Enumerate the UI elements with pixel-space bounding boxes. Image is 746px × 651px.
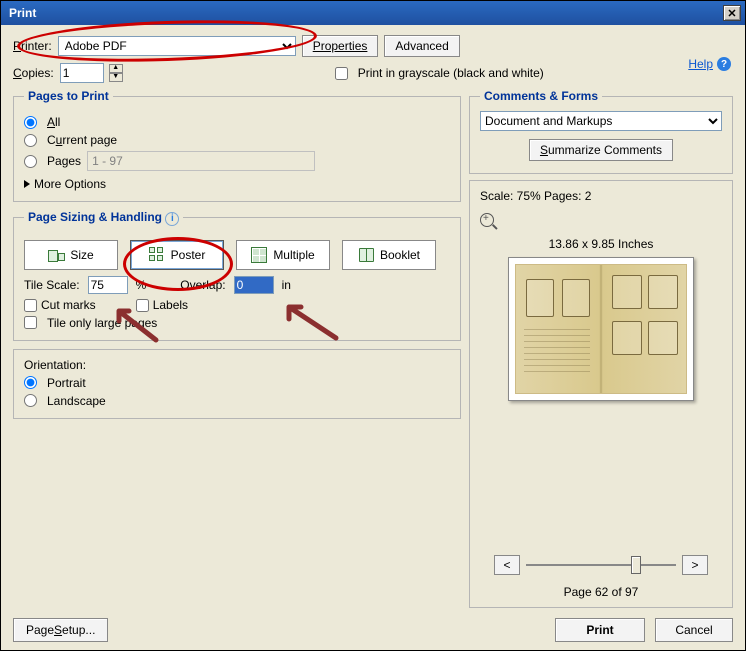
cutmarks-checkbox[interactable] — [24, 299, 37, 312]
page-sizing-legend: Page Sizing & Handling i — [24, 210, 183, 226]
overlap-label: Overlap: — [180, 278, 225, 292]
preview-dimensions: 13.86 x 9.85 Inches — [549, 237, 654, 251]
preview-status: Scale: 75% Pages: 2 — [480, 189, 722, 203]
radio-pages-label: Pages — [47, 154, 81, 168]
info-icon[interactable]: i — [165, 212, 179, 226]
printer-row: Printer: Adobe PDF Properties Advanced — [13, 35, 733, 57]
close-button[interactable]: ✕ — [723, 5, 741, 21]
orientation-group: Orientation: Portrait Landscape — [13, 349, 461, 419]
radio-pages[interactable] — [24, 155, 37, 168]
page-info: Page 62 of 97 — [564, 585, 639, 599]
poster-button[interactable]: Poster — [130, 240, 224, 270]
summarize-button[interactable]: Summarize Comments — [529, 139, 673, 161]
landscape-label: Landscape — [47, 394, 106, 408]
print-button[interactable]: Print — [555, 618, 645, 642]
multiple-button[interactable]: Multiple — [236, 240, 330, 270]
preview-panel: Scale: 75% Pages: 2 13.86 x 9.85 Inches — [469, 180, 733, 608]
radio-landscape[interactable] — [24, 394, 37, 407]
grayscale-checkbox[interactable] — [335, 67, 348, 80]
tile-only-checkbox[interactable] — [24, 316, 37, 329]
triangle-right-icon — [24, 180, 30, 188]
multiple-icon — [251, 247, 267, 263]
size-icon — [48, 247, 64, 263]
main-columns: Pages to Print All Current page Pages Mo… — [13, 89, 733, 608]
radio-all-label: All — [47, 115, 60, 129]
tile-only-label: Tile only large pages — [47, 316, 157, 330]
labels-checkbox[interactable] — [136, 299, 149, 312]
page-sizing-group: Page Sizing & Handling i Size Poster Mul… — [13, 210, 461, 341]
radio-current-label: Current page — [47, 133, 117, 147]
titlebar[interactable]: Print ✕ — [1, 1, 745, 25]
pages-range-input[interactable] — [87, 151, 315, 171]
comments-forms-legend: Comments & Forms — [480, 89, 602, 103]
booklet-button[interactable]: Booklet — [342, 240, 436, 270]
overlap-input[interactable] — [234, 276, 274, 294]
zoom-in-icon[interactable] — [480, 213, 494, 227]
preview-image — [508, 257, 694, 401]
print-dialog: Print ✕ Help ? Printer: Adobe PDF Proper… — [0, 0, 746, 651]
cutmarks-label: Cut marks — [41, 298, 96, 312]
printer-select[interactable]: Adobe PDF — [58, 36, 296, 56]
pages-to-print-legend: Pages to Print — [24, 89, 113, 103]
copies-spinner[interactable]: ▲▼ — [109, 64, 123, 82]
tile-scale-label: Tile Scale: — [24, 278, 80, 292]
portrait-label: Portrait — [47, 376, 86, 390]
sizing-buttons: Size Poster Multiple Booklet — [24, 240, 450, 270]
left-column: Pages to Print All Current page Pages Mo… — [13, 89, 461, 608]
right-column: Comments & Forms Document and Markups Su… — [469, 89, 733, 608]
tile-overlap-row: Tile Scale: % Overlap: in — [24, 276, 450, 294]
booklet-icon — [358, 247, 374, 263]
advanced-button[interactable]: Advanced — [384, 35, 459, 57]
printer-label: Printer: — [13, 39, 52, 53]
next-page-button[interactable]: > — [682, 555, 708, 575]
pages-to-print-group: Pages to Print All Current page Pages Mo… — [13, 89, 461, 202]
window-title: Print — [5, 6, 36, 20]
radio-portrait[interactable] — [24, 376, 37, 389]
page-setup-button[interactable]: Page Setup... — [13, 618, 108, 642]
poster-icon — [149, 247, 165, 263]
grayscale-label: Print in grayscale (black and white) — [358, 66, 544, 80]
dialog-content: Help ? Printer: Adobe PDF Properties Adv… — [1, 25, 745, 650]
size-button[interactable]: Size — [24, 240, 118, 270]
orientation-legend: Orientation: — [24, 358, 450, 372]
comments-forms-group: Comments & Forms Document and Markups Su… — [469, 89, 733, 174]
copies-input[interactable] — [60, 63, 104, 83]
labels-label: Labels — [153, 298, 188, 312]
tile-scale-input[interactable] — [88, 276, 128, 294]
radio-current[interactable] — [24, 134, 37, 147]
page-slider[interactable] — [526, 564, 676, 566]
copies-row: Copies: ▲▼ Print in grayscale (black and… — [13, 63, 733, 83]
properties-button[interactable]: Properties — [302, 35, 379, 57]
radio-all[interactable] — [24, 116, 37, 129]
help-label: Help — [688, 57, 713, 71]
comments-select[interactable]: Document and Markups — [480, 111, 722, 131]
copies-label: Copies: — [13, 66, 54, 80]
cancel-button[interactable]: Cancel — [655, 618, 733, 642]
help-link[interactable]: Help ? — [688, 57, 731, 71]
prev-page-button[interactable]: < — [494, 555, 520, 575]
bottom-bar: Page Setup... Print Cancel — [13, 614, 733, 642]
preview-nav: < > — [480, 555, 722, 575]
more-options-toggle[interactable]: More Options — [24, 177, 450, 191]
help-icon: ? — [717, 57, 731, 71]
